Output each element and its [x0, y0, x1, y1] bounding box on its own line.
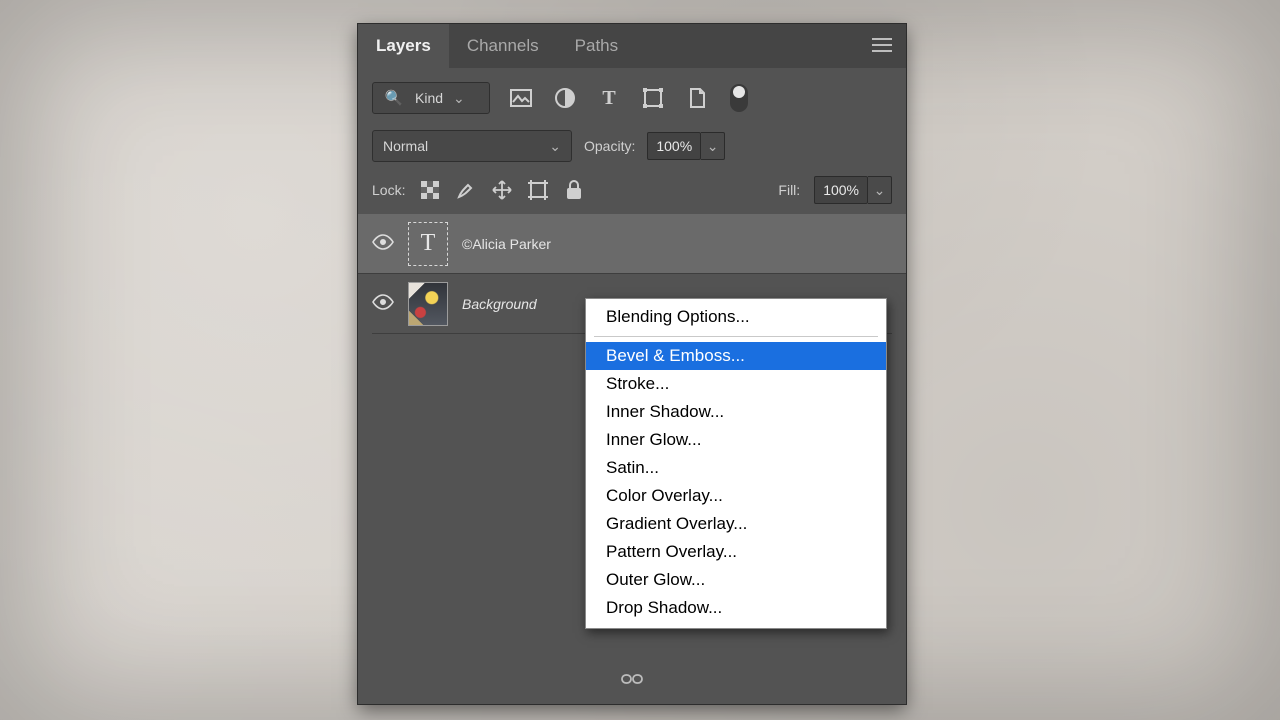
menu-separator — [594, 336, 878, 337]
link-layers-icon[interactable] — [621, 668, 643, 690]
menu-item-satin[interactable]: Satin... — [586, 454, 886, 482]
lock-move-icon[interactable] — [491, 179, 513, 201]
blend-mode-select[interactable]: Normal ⌄ — [372, 130, 572, 162]
panel-tabbar: Layers Channels Paths — [358, 24, 906, 68]
menu-item-blending-options[interactable]: Blending Options... — [586, 303, 886, 331]
blend-mode-value: Normal — [383, 138, 428, 154]
filter-toggle[interactable] — [730, 84, 748, 112]
menu-item-gradient-overlay[interactable]: Gradient Overlay... — [586, 510, 886, 538]
filter-adjust-icon[interactable] — [552, 85, 578, 111]
menu-item-outer-glow[interactable]: Outer Glow... — [586, 566, 886, 594]
visibility-eye-icon[interactable] — [372, 294, 394, 313]
menu-item-pattern-overlay[interactable]: Pattern Overlay... — [586, 538, 886, 566]
layer-thumb-text: T — [408, 222, 448, 266]
lock-brush-icon[interactable] — [455, 179, 477, 201]
panel-menu-icon[interactable] — [872, 38, 892, 55]
layer-row[interactable]: T ©Alicia Parker — [358, 214, 906, 274]
fill-label: Fill: — [778, 182, 800, 198]
lock-transparent-icon[interactable] — [419, 179, 441, 201]
menu-item-stroke[interactable]: Stroke... — [586, 370, 886, 398]
filter-kind-select[interactable]: 🔍 Kind ⌄ — [372, 82, 490, 114]
menu-item-color-overlay[interactable]: Color Overlay... — [586, 482, 886, 510]
fill-dropdown[interactable]: ⌄ — [868, 176, 892, 204]
layer-name[interactable]: ©Alicia Parker — [462, 236, 551, 252]
opacity-dropdown[interactable]: ⌄ — [701, 132, 725, 160]
blend-mode-row: Normal ⌄ Opacity: 100% ⌄ — [358, 120, 906, 172]
menu-item-inner-shadow[interactable]: Inner Shadow... — [586, 398, 886, 426]
menu-item-drop-shadow[interactable]: Drop Shadow... — [586, 594, 886, 622]
opacity-value[interactable]: 100% — [647, 132, 701, 160]
tab-paths[interactable]: Paths — [557, 24, 636, 68]
lock-row: Lock: Fill: 100% ⌄ — [358, 172, 906, 214]
filter-pixel-icon[interactable] — [508, 85, 534, 111]
layer-name[interactable]: Background — [462, 296, 537, 312]
menu-item-inner-glow[interactable]: Inner Glow... — [586, 426, 886, 454]
tab-channels[interactable]: Channels — [449, 24, 557, 68]
visibility-eye-icon[interactable] — [372, 234, 394, 253]
layer-thumb-image — [408, 282, 448, 326]
panel-bottom-toolbar — [358, 668, 906, 696]
layer-filter-row: 🔍 Kind ⌄ T — [358, 68, 906, 120]
tab-layers[interactable]: Layers — [358, 24, 449, 68]
lock-label: Lock: — [372, 182, 405, 198]
chevron-down-icon: ⌄ — [453, 90, 465, 107]
fill-value[interactable]: 100% — [814, 176, 868, 204]
lock-artboard-icon[interactable] — [527, 179, 549, 201]
filter-shape-icon[interactable] — [640, 85, 666, 111]
filter-kind-label: Kind — [415, 90, 443, 106]
chevron-down-icon: ⌄ — [549, 138, 561, 155]
opacity-label: Opacity: — [584, 138, 635, 154]
filter-smart-icon[interactable] — [684, 85, 710, 111]
search-icon: 🔍 — [383, 87, 405, 109]
menu-item-bevel-emboss[interactable]: Bevel & Emboss... — [586, 342, 886, 370]
lock-all-icon[interactable] — [563, 179, 585, 201]
filter-type-icon[interactable]: T — [596, 85, 622, 111]
layer-style-context-menu: Blending Options... Bevel & Emboss... St… — [585, 298, 887, 629]
